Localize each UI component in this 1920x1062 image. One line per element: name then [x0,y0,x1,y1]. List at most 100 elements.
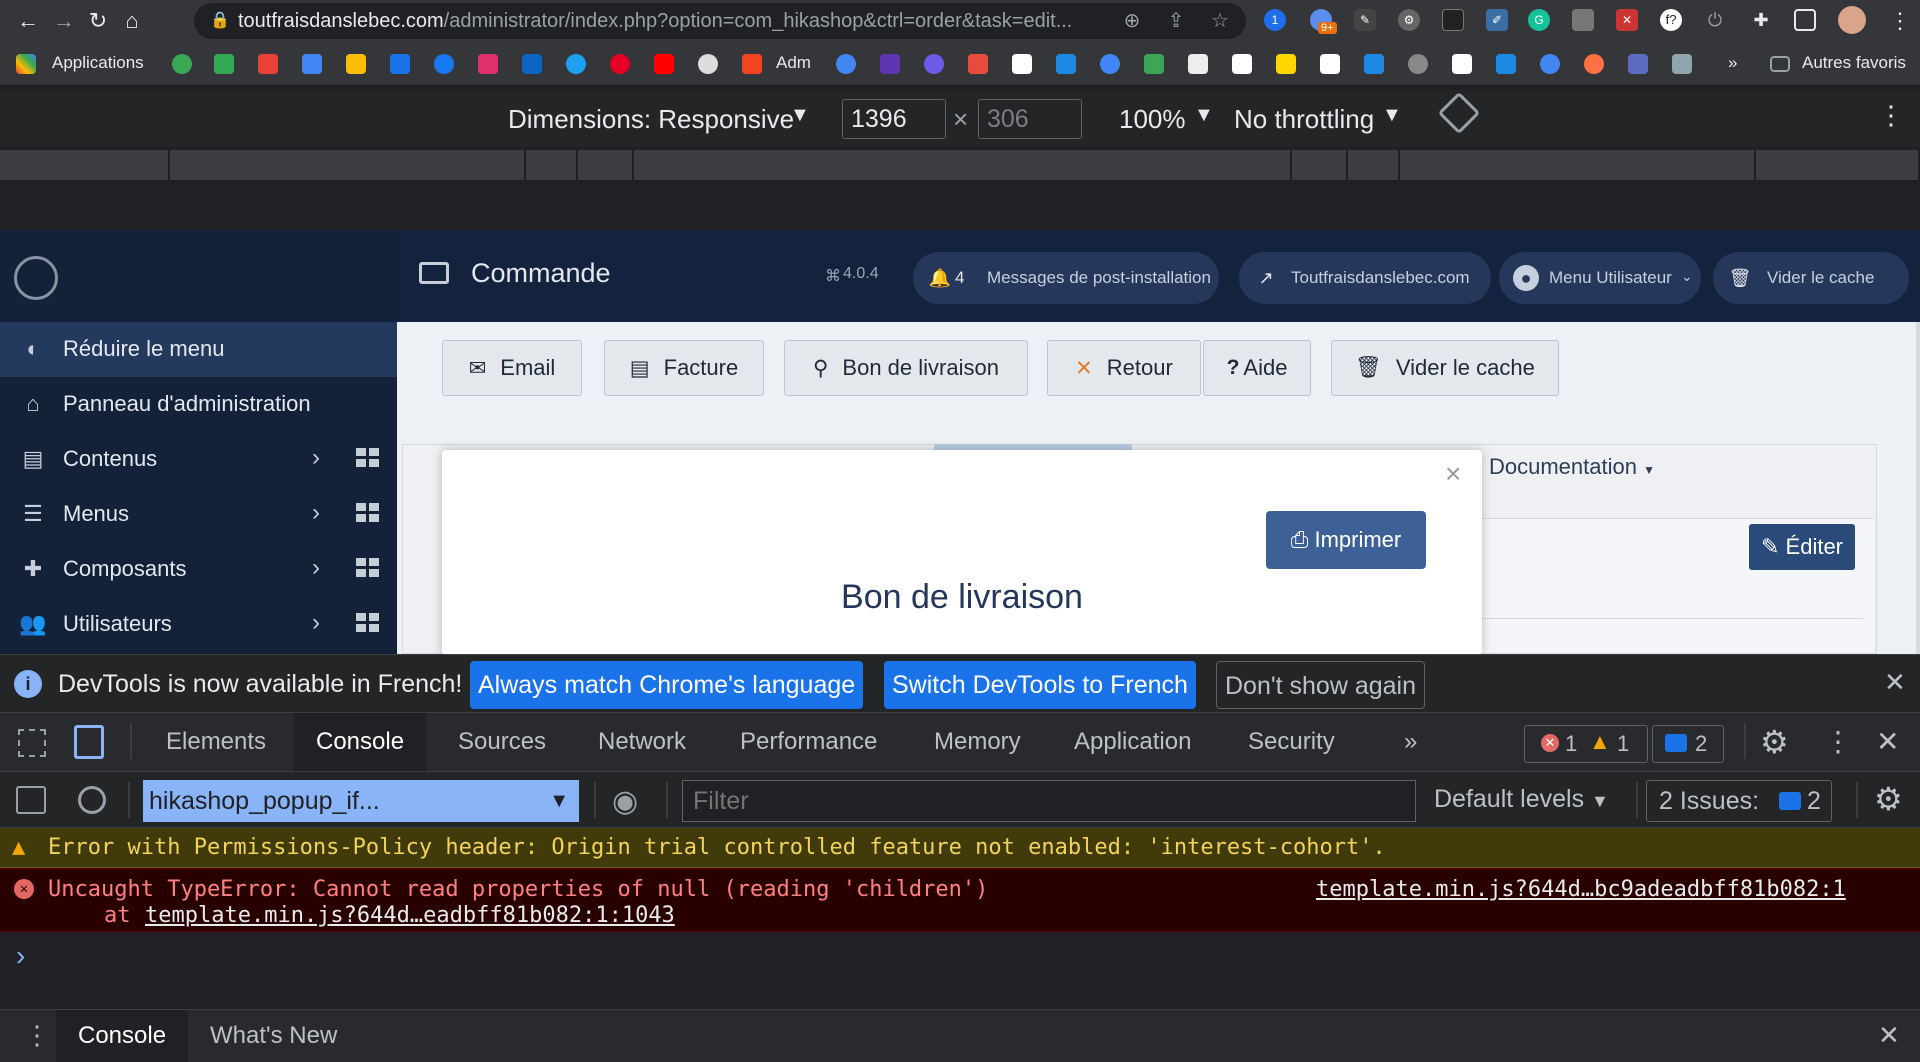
bookmark-icon[interactable] [1144,54,1164,74]
tab-elements[interactable]: Elements [144,713,288,771]
other-bookmarks[interactable]: Autres favoris [1802,53,1906,73]
chevron-right-icon[interactable]: › [312,554,320,582]
google-icon[interactable] [1100,54,1120,74]
height-input[interactable]: 306 [978,99,1082,139]
dashboard-grid-icon[interactable] [356,503,380,523]
calendar-icon[interactable] [302,54,322,74]
tab-sources[interactable]: Sources [436,713,568,771]
bookmark-icon[interactable] [390,54,410,74]
rotate-icon[interactable] [1437,91,1481,135]
extension-eyedropper-icon[interactable]: ✎ [1354,9,1376,31]
sidebar-item-content[interactable]: ▤ Contenus › [0,432,397,487]
extension-1password-icon[interactable]: 1 [1264,9,1286,31]
devtools-menu-kebab-icon[interactable]: ⋮ [1824,725,1852,758]
close-icon[interactable]: ✕ [1884,667,1906,698]
bookmark-icon[interactable] [1584,54,1604,74]
tab-network[interactable]: Network [576,713,708,771]
joomla-icon[interactable] [698,54,718,74]
extensions-puzzle-icon[interactable]: ✚ [1750,9,1772,31]
google-icon[interactable] [1540,54,1560,74]
site-link[interactable]: ↗ Toutfraisdanslebec.com [1239,252,1491,304]
media-query-segment[interactable] [1756,150,1920,180]
media-query-segment[interactable] [1292,150,1348,180]
close-drawer-icon[interactable]: ✕ [1878,1020,1900,1051]
chevron-right-icon[interactable]: › [312,609,320,637]
match-language-button[interactable]: Always match Chrome's language [470,661,864,709]
youtube-icon[interactable] [654,54,674,74]
invoice-button[interactable]: ▤ Facture [604,340,764,396]
tab-console[interactable]: Console [294,713,427,771]
home-icon[interactable]: ⌂ [118,7,146,35]
switch-french-button[interactable]: Switch DevTools to French [884,661,1196,709]
back-arrow-icon[interactable]: ← [14,7,42,35]
dashboard-grid-icon[interactable] [356,448,380,468]
error-warning-counter[interactable]: ✕ 1 ▲ 1 [1524,725,1648,763]
extension-grammarly-icon[interactable]: G [1528,9,1550,31]
media-query-segment[interactable] [578,150,634,180]
drawer-tab-console[interactable]: Console [56,1010,189,1062]
print-button[interactable]: ⎙ Imprimer [1266,511,1426,569]
extension-fonts-icon[interactable]: f? [1660,9,1682,31]
bookmarks-overflow[interactable]: » [1728,53,1737,73]
more-tabs-icon[interactable]: » [1382,713,1439,771]
bookmark-icon[interactable] [1496,54,1516,74]
throttling-dropdown[interactable]: No throttling [1234,104,1374,135]
sidebar-item-menus[interactable]: ☰ Menus › [0,487,397,542]
extension-cross-icon[interactable]: ✕ [1616,9,1638,31]
dashboard-grid-icon[interactable] [356,613,380,633]
width-input[interactable]: 1396 [842,99,946,139]
bookmark-icon[interactable] [1452,54,1472,74]
zotero-icon[interactable] [1232,54,1252,74]
sidebar-item-components[interactable]: ✚ Composants › [0,542,397,597]
tab-memory[interactable]: Memory [912,713,1043,771]
page-scrollbar[interactable] [1916,322,1920,654]
post-install-messages[interactable]: 🔔 4 Messages de post-installation [913,252,1219,304]
bookmark-icon[interactable] [1408,54,1428,74]
extension-gear-icon[interactable]: ⚙ [1398,9,1420,31]
extension-pen-icon[interactable]: ✐ [1486,9,1508,31]
edit-button[interactable]: ✎ Éditer [1749,524,1855,570]
reload-icon[interactable]: ↻ [84,7,112,35]
side-panel-icon[interactable] [1794,9,1816,31]
extension-noads-icon[interactable] [1442,9,1464,31]
joomla-logo-icon[interactable] [14,256,58,300]
bookmark-apps[interactable]: Applications [52,53,144,73]
bookmark-icon[interactable] [924,54,944,74]
media-query-segment[interactable] [526,150,578,180]
clear-cache-button[interactable]: 🗑 Vider le cache [1331,340,1559,396]
bookmark-icon[interactable] [172,54,192,74]
clear-cache-top[interactable]: 🗑 Vider le cache [1713,252,1909,304]
delivery-note-button[interactable]: ⚲ Bon de livraison [784,340,1028,396]
forward-arrow-icon[interactable]: → [50,7,78,35]
bookmark-icon[interactable] [214,54,234,74]
user-menu[interactable]: ● Menu Utilisateur ⌄ [1499,252,1701,304]
google-icon[interactable] [836,54,856,74]
console-prompt[interactable]: › [0,932,1920,1010]
device-toggle-icon[interactable] [74,725,104,759]
bookmark-icon[interactable] [1628,54,1648,74]
issues-button[interactable]: 2 Issues: 2 [1646,780,1832,822]
inspect-element-icon[interactable] [18,729,46,757]
drawer-tab-whats-new[interactable]: What's New [188,1010,359,1062]
close-devtools-icon[interactable]: ✕ [1876,725,1899,758]
modal-close-button[interactable]: × [1445,458,1461,490]
log-levels-dropdown[interactable]: Default levels ▼ [1434,785,1609,814]
media-query-segment[interactable] [0,150,170,180]
chevron-right-icon[interactable]: › [312,499,320,527]
message-counter[interactable]: 2 [1652,725,1724,763]
dimensions-dropdown[interactable]: Dimensions: Responsive [508,104,794,135]
zoom-dropdown[interactable]: 100% [1119,104,1186,135]
settings-gear-icon[interactable]: ⚙ [1760,723,1789,761]
media-query-segment[interactable] [170,150,526,180]
tab-performance[interactable]: Performance [718,713,899,771]
drive-icon[interactable] [346,54,366,74]
gmail-icon[interactable] [258,54,278,74]
console-settings-gear-icon[interactable]: ⚙ [1874,780,1903,818]
sidebar-item-users[interactable]: 👥 Utilisateurs › [0,597,397,652]
menu-kebab-icon[interactable]: ⋮ [1886,7,1914,35]
sidebar-item-collapse[interactable]: ◐ Réduire le menu [0,322,397,377]
bookmark-icon[interactable] [1276,54,1296,74]
tab-security[interactable]: Security [1226,713,1357,771]
stack-trace-link[interactable]: template.min.js?644d…eadbff81b082:1:1043 [145,903,675,928]
filter-input[interactable] [682,780,1416,822]
